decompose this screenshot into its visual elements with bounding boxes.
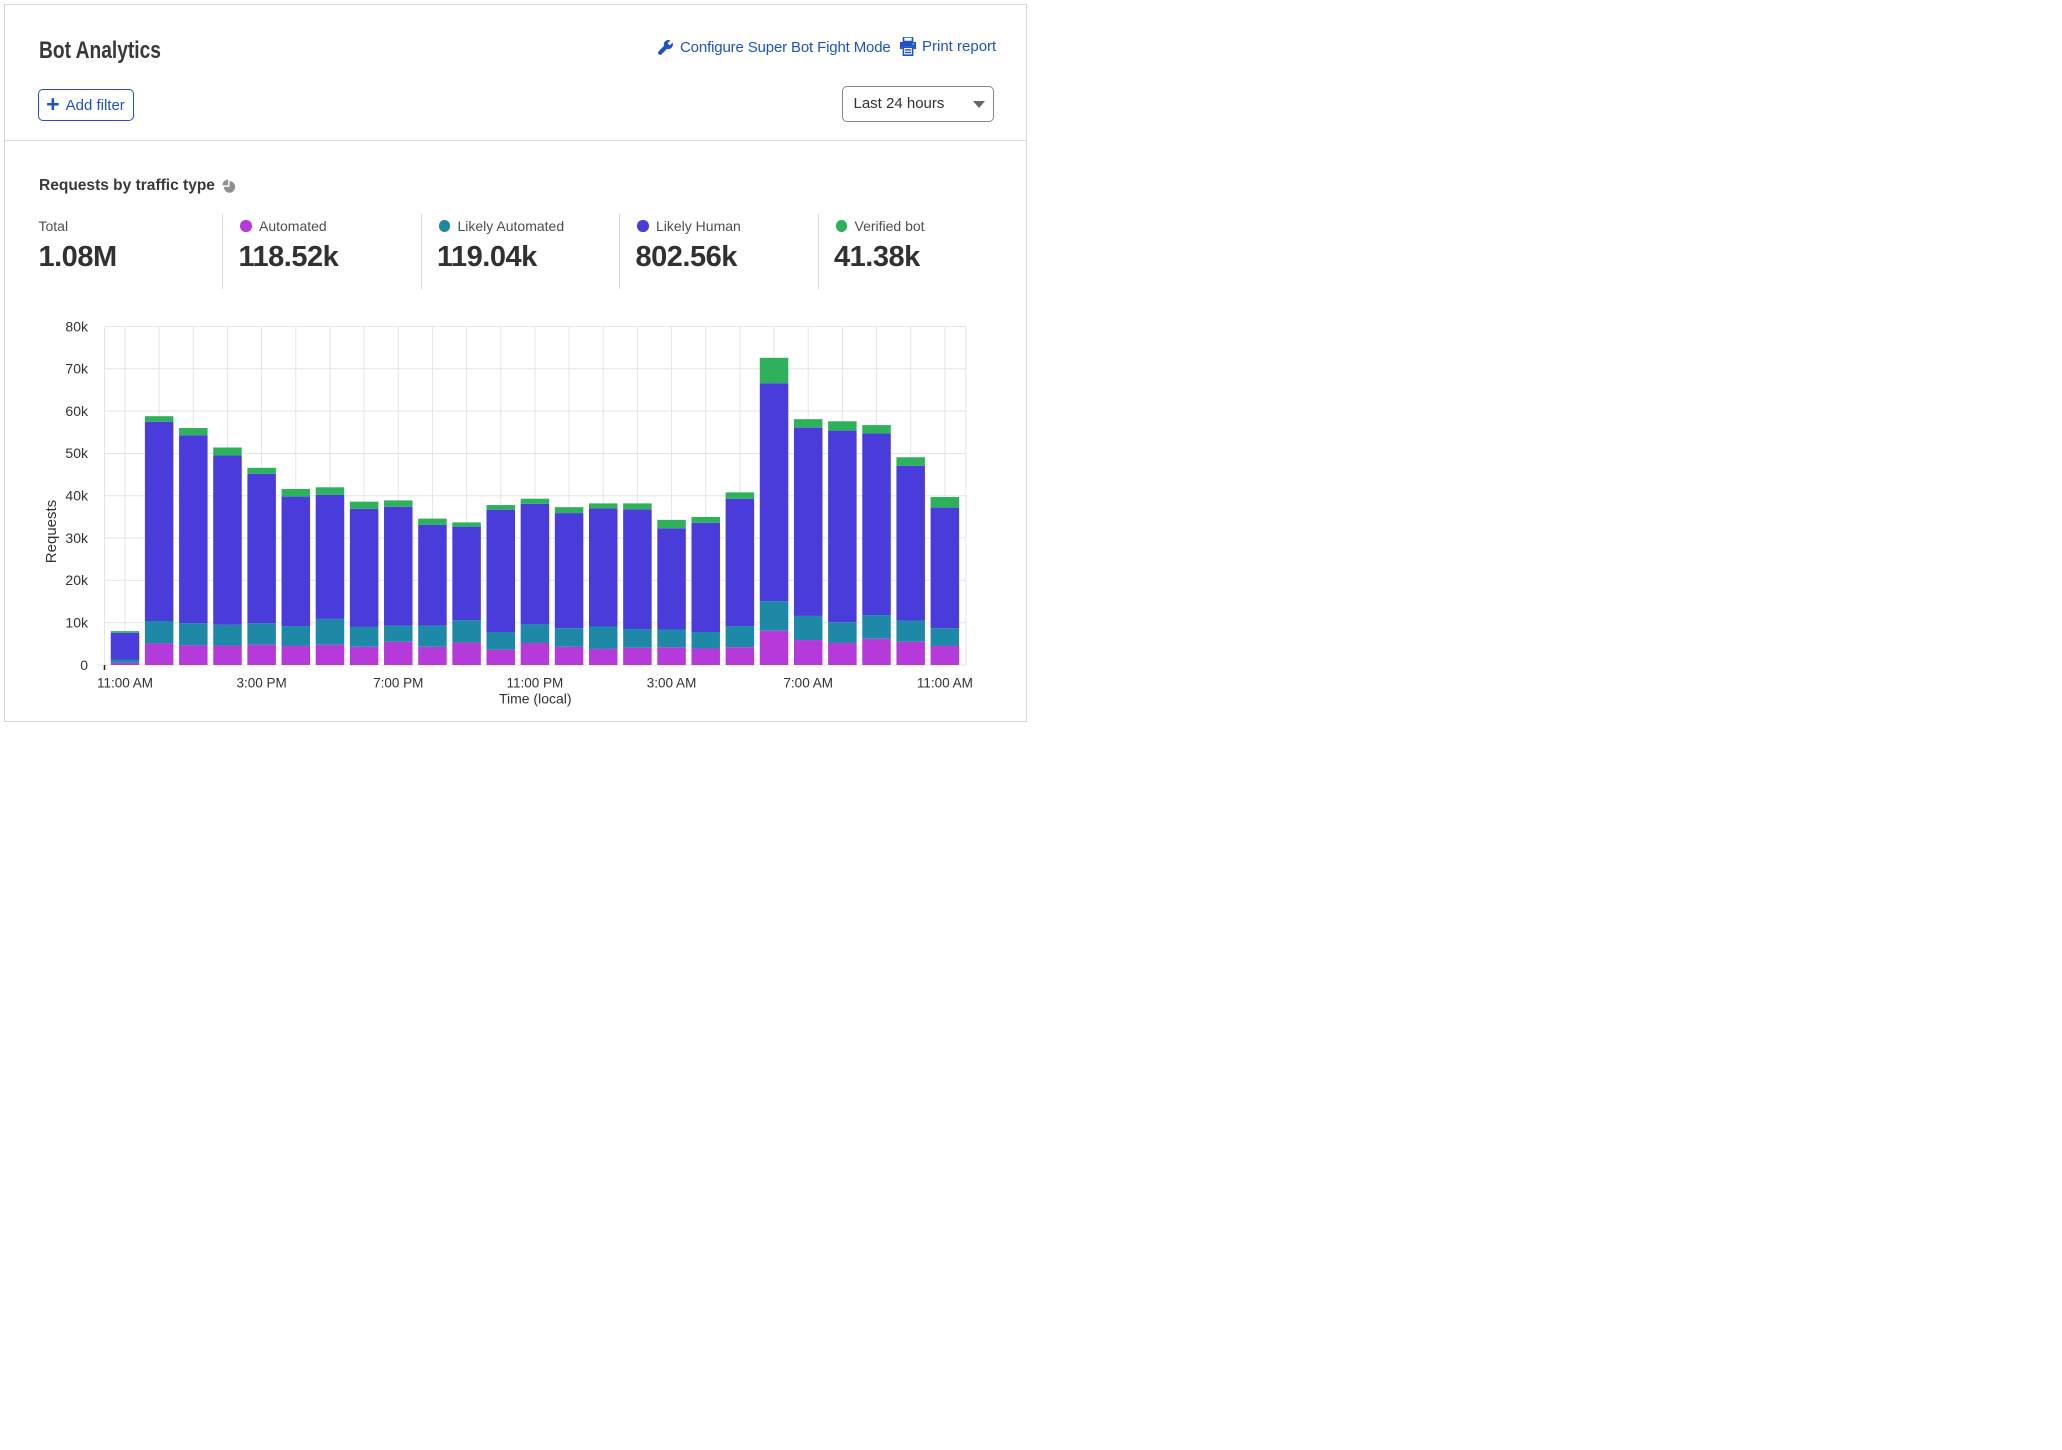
svg-text:11:00 AM: 11:00 AM	[917, 676, 973, 691]
svg-text:30k: 30k	[65, 530, 89, 546]
svg-text:3:00 AM: 3:00 AM	[647, 676, 697, 691]
svg-text:11:00 PM: 11:00 PM	[507, 676, 564, 691]
svg-text:20k: 20k	[65, 572, 89, 588]
svg-text:7:00 AM: 7:00 AM	[783, 676, 833, 691]
svg-text:50k: 50k	[65, 445, 89, 461]
svg-text:40k: 40k	[65, 488, 89, 504]
svg-text:80k: 80k	[65, 318, 89, 334]
svg-text:7:00 PM: 7:00 PM	[373, 676, 423, 691]
svg-text:60k: 60k	[65, 403, 89, 419]
svg-text:Requests: Requests	[43, 500, 60, 563]
svg-text:11:00 AM: 11:00 AM	[97, 676, 153, 691]
svg-text:3:00 PM: 3:00 PM	[236, 676, 286, 691]
svg-text:70k: 70k	[65, 361, 89, 377]
svg-text:Time (local): Time (local)	[499, 691, 572, 707]
svg-text:0: 0	[80, 657, 88, 673]
svg-text:10k: 10k	[65, 614, 89, 630]
